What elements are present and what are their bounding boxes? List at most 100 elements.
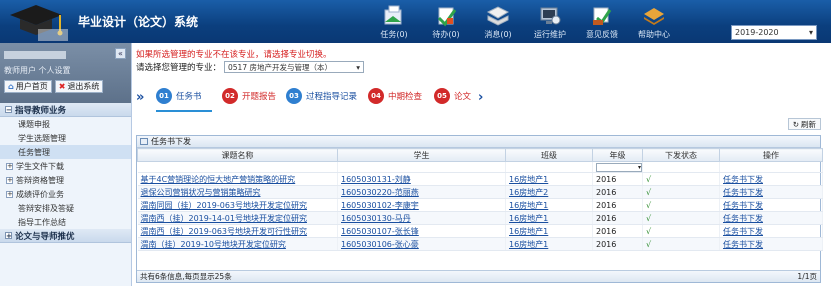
double-chevron-right-icon: » <box>136 90 145 105</box>
user-name-redacted <box>4 51 66 59</box>
sidebar-item-defense-arrangement[interactable]: 答辩安排及答疑 <box>0 201 131 215</box>
step-guidance-record[interactable]: 03 过程指导记录 <box>286 88 357 104</box>
chevron-right-icon: › <box>478 90 484 105</box>
table-row[interactable]: 基于4C营销理论的恒大地产营销策略的研究 1605030131-刘静 16房地产1 2… <box>137 172 823 186</box>
sidebar-item-task-management[interactable]: 任务管理 <box>0 145 131 159</box>
filter-row: ▾ <box>137 161 823 173</box>
close-icon: ✖ <box>58 82 66 91</box>
issue-task-link[interactable]: 任务书下发 <box>719 224 823 238</box>
sidebar: « 教师用户 个人设置 ⌂ 用户首页 ✖ 退出系统 − 指导教师业务 课题申报 … <box>0 43 132 286</box>
column-header-student[interactable]: 学生 <box>337 148 506 162</box>
home-button[interactable]: ⌂ 用户首页 <box>4 80 52 93</box>
class-link[interactable]: 16房地产1 <box>505 211 593 225</box>
grade-cell: 2016 <box>592 237 643 251</box>
expand-icon: + <box>6 189 13 198</box>
status-check: √ <box>642 224 720 238</box>
topic-title-link[interactable]: 渭南西（挂）2019-063号地块开发可行性研究 <box>137 224 338 238</box>
step-task-book[interactable]: 01 任务书 <box>156 88 202 104</box>
grade-cell: 2016 <box>592 211 643 225</box>
student-link[interactable]: 1605030106-张心豪 <box>337 237 506 251</box>
nav-maintenance[interactable]: 运行维护 <box>524 0 576 43</box>
column-header-status[interactable]: 下发状态 <box>642 148 720 162</box>
status-check: √ <box>642 172 720 186</box>
sidebar-item-topic-declare[interactable]: 课题申报 <box>0 117 131 131</box>
record-count: 共有6条信息,每页显示25条 <box>140 272 232 281</box>
student-link[interactable]: 1605030107-张长锋 <box>337 224 506 238</box>
column-header-class[interactable]: 班级 <box>505 148 593 162</box>
app-title: 毕业设计（论文）系统 <box>78 15 199 29</box>
sidebar-item-defense-qualification[interactable]: + 答辩资格管理 <box>0 173 131 187</box>
nav-tasks[interactable]: 任务(0) <box>368 0 420 43</box>
help-icon <box>644 8 664 25</box>
grid-footer: 共有6条信息,每页显示25条 1/1页 <box>137 270 820 282</box>
topic-title-link[interactable]: 渭南（挂）2019-10号地块开发定位研究 <box>137 237 338 251</box>
student-link[interactable]: 1605030102-李康宇 <box>337 198 506 212</box>
class-link[interactable]: 16房地产1 <box>505 198 593 212</box>
task-table: 课题名称 学生 班级 年级 下发状态 操作 ▾ 基于4C营销理论的恒大地产营销策… <box>137 148 823 251</box>
step-midterm-check[interactable]: 04 中期检查 <box>368 88 422 104</box>
issue-task-link[interactable]: 任务书下发 <box>719 211 823 225</box>
student-link[interactable]: 1605030131-刘静 <box>337 172 506 186</box>
table-row[interactable]: 渭南西（挂）2019-14-01号地块开发定位研究 1605030130-马丹 16… <box>137 211 823 225</box>
table-header-row: 课题名称 学生 班级 年级 下发状态 操作 <box>137 148 823 162</box>
home-icon: ⌂ <box>8 82 14 91</box>
status-check: √ <box>642 198 720 212</box>
class-link[interactable]: 16房地产1 <box>505 224 593 238</box>
grade-filter-select[interactable]: ▾ <box>596 162 642 172</box>
process-steps: » 01 任务书 02 开题报告 03 过程指导记录 04 中期检查 05 论文… <box>136 84 496 114</box>
issue-task-link[interactable]: 任务书下发 <box>719 185 823 199</box>
chevron-down-icon: ▾ <box>356 62 361 72</box>
sidebar-item-work-summary[interactable]: 指导工作总结 <box>0 215 131 229</box>
refresh-icon: ↻ <box>792 119 799 129</box>
page-indicator: 1/1页 <box>797 272 817 281</box>
chevron-down-icon: ▾ <box>808 28 813 37</box>
top-header: 毕业设计（论文）系统 任务(0) 待办(0) 消息(0) 运行维护 意见反馈 帮… <box>0 0 831 43</box>
collapse-icon: − <box>5 106 12 114</box>
class-link[interactable]: 16房地产1 <box>505 172 593 186</box>
issue-task-link[interactable]: 任务书下发 <box>719 237 823 251</box>
refresh-button[interactable]: ↻ 刷新 <box>787 118 821 130</box>
sidebar-section-advisor[interactable]: − 指导教师业务 <box>0 103 131 117</box>
nav-todo[interactable]: 待办(0) <box>420 0 472 43</box>
year-select-value: 2019-2020 <box>735 28 779 37</box>
topic-title-link[interactable]: 退保公司营销状况与营销策略研究 <box>137 185 338 199</box>
logout-button[interactable]: ✖ 退出系统 <box>54 80 104 93</box>
issue-task-link[interactable]: 任务书下发 <box>719 172 823 186</box>
issue-task-link[interactable]: 任务书下发 <box>719 198 823 212</box>
user-info[interactable]: 教师用户 个人设置 <box>4 65 71 76</box>
active-step-indicator <box>156 110 212 112</box>
column-header-action[interactable]: 操作 <box>719 148 823 162</box>
topic-title-link[interactable]: 渭南西（挂）2019-14-01号地块开发定位研究 <box>137 211 338 225</box>
table-row[interactable]: 渭南同园（挂）2019-063号地块开发定位研究 1605030102-李康宇 16… <box>137 198 823 212</box>
main-content: 如果所选管理的专业不在该专业，请选择专业切换。 请选择您管理的专业： 0517 … <box>136 48 831 286</box>
collapse-sidebar-icon[interactable]: « <box>115 48 126 59</box>
sidebar-item-grade-evaluation[interactable]: + 成绩评价业务 <box>0 187 131 201</box>
nav-help[interactable]: 帮助中心 <box>628 0 680 43</box>
todo-icon <box>437 7 457 27</box>
sidebar-section-recommend[interactable]: + 论文与导师推优 <box>0 229 131 243</box>
step-thesis[interactable]: 05 论文 <box>434 88 471 104</box>
task-grid: 任务书下发 课题名称 学生 班级 年级 下发状态 操作 ▾ 基于4C营销理论的恒… <box>136 135 823 283</box>
column-header-title[interactable]: 课题名称 <box>137 148 338 162</box>
table-row[interactable]: 渭南（挂）2019-10号地块开发定位研究 1605030106-张心豪 16房地产… <box>137 237 823 251</box>
expand-icon: + <box>5 232 12 240</box>
major-select[interactable]: 0517 房地产开发与管理（本） ▾ <box>224 61 365 73</box>
major-label: 请选择您管理的专业： <box>136 63 222 73</box>
class-link[interactable]: 16房地产1 <box>505 237 593 251</box>
table-row[interactable]: 退保公司营销状况与营销策略研究 1605030220-范丽燕 16房地产2 2016 √… <box>137 185 823 199</box>
table-row[interactable]: 渭南西（挂）2019-063号地块开发可行性研究 1605030107-张长锋 16… <box>137 224 823 238</box>
sidebar-item-student-files[interactable]: + 学生文件下载 <box>0 159 131 173</box>
year-select[interactable]: 2019-2020 ▾ <box>731 25 817 40</box>
sidebar-item-topic-select[interactable]: 学生选题管理 <box>0 131 131 145</box>
student-link[interactable]: 1605030220-范丽燕 <box>337 185 506 199</box>
step-proposal[interactable]: 02 开题报告 <box>222 88 276 104</box>
topic-title-link[interactable]: 渭南同园（挂）2019-063号地块开发定位研究 <box>137 198 338 212</box>
topic-title-link[interactable]: 基于4C营销理论的恒大地产营销策略的研究 <box>137 172 338 186</box>
nav-feedback[interactable]: 意见反馈 <box>576 0 628 43</box>
student-link[interactable]: 1605030130-马丹 <box>337 211 506 225</box>
column-header-grade[interactable]: 年级 <box>592 148 643 162</box>
class-link[interactable]: 16房地产2 <box>505 185 593 199</box>
status-check: √ <box>642 237 720 251</box>
nav-message[interactable]: 消息(0) <box>472 0 524 43</box>
status-check: √ <box>642 185 720 199</box>
